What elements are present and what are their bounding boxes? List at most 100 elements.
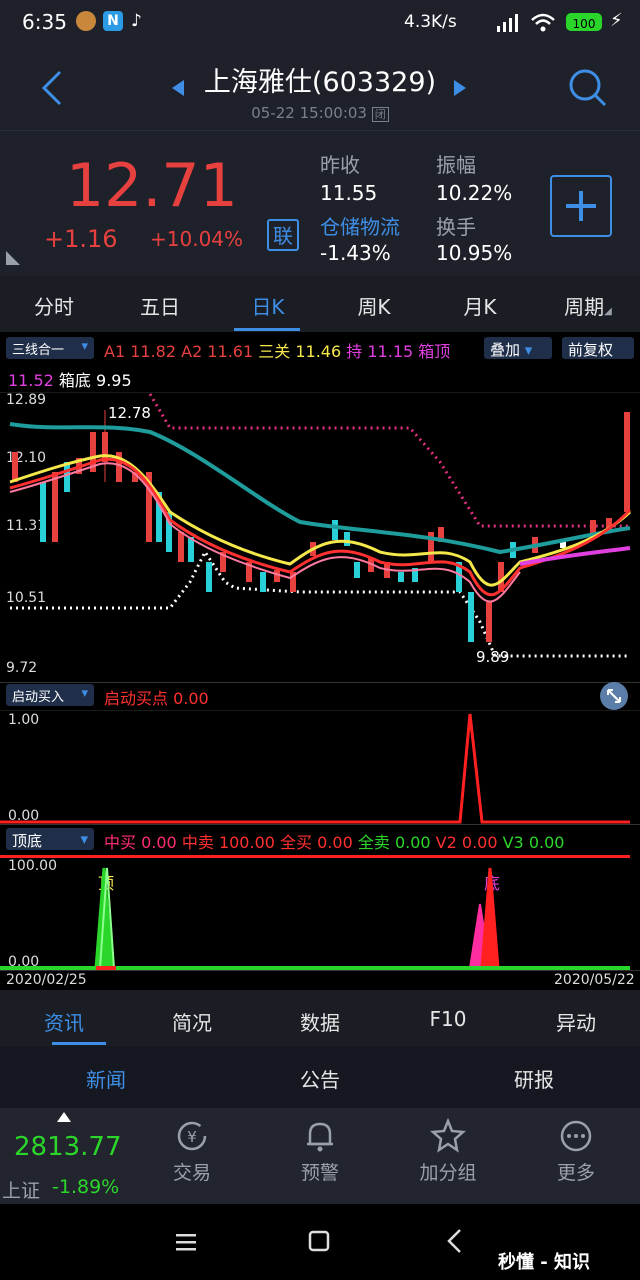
watermark: 秒懂 - 知识 (498, 1252, 591, 1273)
sub1-value: 0.00 (173, 689, 209, 708)
price-change: +1.16 (44, 225, 118, 253)
add-watchlist-button[interactable] (550, 175, 612, 237)
status-bar: 6:35 N ♪ 4.3K/s 100 ⚡ (0, 0, 640, 44)
chevron-down-icon: ▾ (80, 830, 88, 848)
news-subtabs: 新闻 公告 研报 (0, 1046, 640, 1108)
status-time: 6:35 (22, 10, 67, 34)
turnover-value: 10.95% (436, 241, 513, 265)
xiangding-value: 11.52 (8, 371, 54, 390)
divider (0, 682, 640, 683)
sub1-title: 启动买点 0.00 (104, 689, 209, 708)
chevron-down-icon: ▾ (81, 686, 88, 701)
date-axis: 2020/02/25 2020/05/22 (0, 970, 640, 991)
n-app-icon: N (103, 11, 123, 31)
box-bottom-line (10, 549, 630, 658)
a2-value: 11.61 (207, 342, 254, 361)
a1-value: 11.82 (130, 342, 177, 361)
active-tab-indicator (52, 1042, 106, 1045)
nav-add-group[interactable]: 加分组 (393, 1117, 503, 1185)
network-speed: 4.3K/s (404, 12, 457, 32)
sub2-indicator-select[interactable]: 顶底 ▾ (6, 828, 94, 850)
sub2-plot (0, 867, 630, 970)
index-change: -1.89% (52, 1176, 120, 1198)
signal-icon (497, 14, 518, 32)
sector-change: -1.43% (320, 241, 391, 265)
divider (0, 824, 640, 825)
amplitude-value: 10.22% (436, 181, 513, 205)
turnover-label: 换手 (436, 215, 476, 239)
battery-icon: 100 (566, 13, 602, 31)
quote-panel: 12.71 +1.16 +10.04% 联 昨收 11.55 仓储物流 -1.4… (0, 130, 640, 277)
bottom-nav: 2813.77 上证 -1.89% ¥ 交易 预警 加分组 更多 (0, 1108, 640, 1204)
tab-daily-k[interactable]: 日K (228, 291, 308, 320)
period-tabs: 分时 五日 日K 周K 月K 周期◢ (0, 276, 640, 333)
overlay-button[interactable]: 叠加 ▾ (484, 337, 552, 359)
prev-close-value: 11.55 (320, 181, 378, 205)
indicator-values: A1 11.82 A2 11.61 三关 11.46 持 11.15 箱顶 (104, 342, 451, 361)
bell-icon (307, 1122, 333, 1152)
nav-alert[interactable]: 预警 (265, 1118, 375, 1185)
amplitude-label: 振幅 (436, 153, 476, 177)
wifi-icon (531, 13, 555, 32)
sub1-indicator-select[interactable]: 启动买入 ▾ (6, 684, 94, 706)
tiktok-icon: ♪ (131, 11, 142, 31)
sub2-values: 中买 0.00 中卖 100.00 全买 0.00 全卖 0.00 V2 0.0… (104, 833, 565, 852)
tab-weekly-k[interactable]: 周K (334, 291, 414, 320)
last-price: 12.71 (66, 151, 238, 221)
expand-icon[interactable] (600, 682, 628, 710)
chevron-down-icon: ▾ (524, 341, 533, 359)
date-end: 2020/05/22 (554, 972, 635, 988)
price-adjust-button[interactable]: 前复权 (562, 337, 634, 359)
up-arrow-icon (57, 1112, 71, 1122)
candlestick-plot (0, 392, 640, 658)
search-icon[interactable] (568, 68, 608, 108)
battery-level: 100 (572, 17, 596, 31)
tab-period[interactable]: 周期◢ (546, 291, 630, 320)
subtab-research[interactable]: 研报 (494, 1064, 574, 1093)
nav-trade[interactable]: ¥ 交易 (137, 1118, 247, 1185)
plus-icon (566, 191, 596, 221)
nav-more[interactable]: 更多 (521, 1118, 631, 1185)
xiangdi-value: 9.95 (96, 371, 132, 390)
ma-yellow-line (9, 454, 632, 587)
next-stock-icon[interactable] (454, 80, 468, 96)
subtab-announcements[interactable]: 公告 (280, 1064, 360, 1093)
tab-abnormal[interactable]: 异动 (536, 1007, 616, 1036)
info-tabs: 资讯 简况 数据 F10 异动 (0, 992, 640, 1046)
system-nav-bar: 秒懂 - 知识 (0, 1204, 640, 1280)
chi-value: 11.15 (367, 342, 414, 361)
corner-triangle-icon (6, 251, 20, 265)
active-tab-indicator (234, 328, 300, 331)
market-status-badge: 闭 (371, 107, 389, 122)
tab-monthly-k[interactable]: 月K (440, 291, 520, 320)
stock-title: 上海雅仕(603329) (203, 67, 437, 98)
tab-f10[interactable]: F10 (408, 1007, 488, 1031)
box-values: 11.52 箱底 9.95 (8, 371, 132, 390)
indicator-select[interactable]: 三线合一 ▾ (6, 337, 94, 359)
star-icon (429, 1117, 467, 1153)
charging-icon: ⚡ (610, 10, 623, 31)
quote-timestamp: 05-22 15:00:03 闭 (0, 104, 640, 122)
home-icon[interactable] (308, 1230, 332, 1254)
prev-close-label: 昨收 (320, 153, 360, 177)
index-value[interactable]: 2813.77 (14, 1132, 122, 1162)
menu-icon[interactable] (176, 1232, 198, 1252)
kline-chart[interactable]: 三线合一 ▾ A1 11.82 A2 11.61 三关 11.46 持 11.15… (0, 332, 640, 990)
tab-profile[interactable]: 简况 (152, 1007, 232, 1036)
sanguan-value: 11.46 (295, 342, 342, 361)
tab-data[interactable]: 数据 (280, 1007, 360, 1036)
index-name: 上证 (2, 1180, 41, 1202)
system-back-icon[interactable] (446, 1228, 462, 1254)
sub1-plot (0, 710, 640, 824)
tab-five-day[interactable]: 五日 (120, 291, 200, 320)
tab-news-info[interactable]: 资讯 (24, 1007, 104, 1036)
yuan-cycle-icon: ¥ (177, 1121, 207, 1151)
box-top-line (148, 393, 630, 528)
subtab-news[interactable]: 新闻 (66, 1064, 146, 1093)
tab-intraday[interactable]: 分时 (14, 291, 94, 320)
linked-button[interactable]: 联 (267, 219, 299, 251)
svg-text:¥: ¥ (187, 1128, 197, 1146)
sector-link[interactable]: 仓储物流 (320, 211, 400, 240)
chevron-down-icon: ▾ (81, 339, 88, 354)
stock-header: 上海雅仕(603329) 05-22 15:00:03 闭 (0, 44, 640, 130)
